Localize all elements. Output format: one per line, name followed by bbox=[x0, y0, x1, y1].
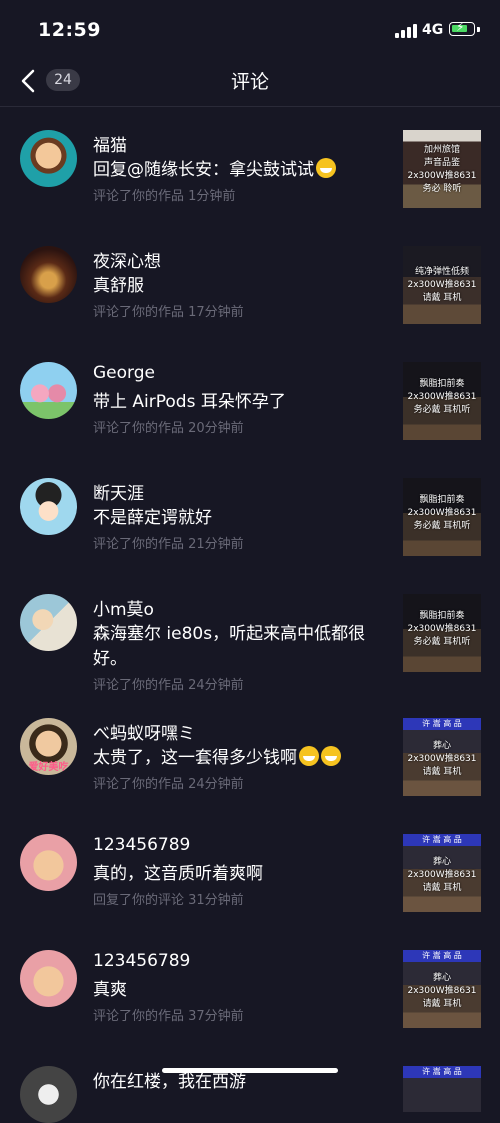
thumbnail-caption: 飘脂扣前奏 2x300W推8631 务必戴 耳机听 bbox=[407, 611, 477, 647]
comment-text: 真爽 bbox=[93, 980, 127, 1000]
comment-meta: 评论了你的作品 37分钟前 bbox=[93, 1009, 244, 1024]
user-name[interactable]: 123456789 bbox=[93, 835, 190, 855]
home-indicator[interactable] bbox=[162, 1068, 338, 1073]
list-item[interactable]: 你在红楼，我在西游 许 嵩 高 品 bbox=[0, 1042, 500, 1123]
user-name[interactable]: 小m莫o bbox=[93, 595, 154, 620]
thumbnail-caption: 加州旅馆 声音品鉴 2x300W推8631 务必 聆听 bbox=[407, 145, 477, 194]
thumbnail-caption: 葬心 2x300W推8631 请戴 耳机 bbox=[407, 857, 477, 893]
comment-text: 太贵了，这一套得多少钱啊 bbox=[93, 746, 393, 771]
list-item[interactable]: George 带上 AirPods 耳朵怀孕了 评论了你的作品 20分钟前 飘脂… bbox=[0, 338, 500, 454]
nav-header: 24 评论 bbox=[0, 60, 500, 107]
list-item[interactable]: 福猫 回复@随缘长安：拿尖鼓试试 评论了你的作品 1分钟前 加州旅馆 声音品鉴 … bbox=[0, 106, 500, 222]
avatar[interactable] bbox=[20, 478, 77, 535]
comment-text: 回复@随缘长安：拿尖鼓试试 bbox=[93, 158, 393, 183]
user-name[interactable]: べ蚂蚁呀嘿ミ bbox=[93, 719, 195, 744]
comment-meta: 评论了你的作品 24分钟前 bbox=[93, 678, 244, 693]
video-thumbnail[interactable]: 加州旅馆 声音品鉴 2x300W推8631 务必 聆听 bbox=[403, 130, 481, 208]
comment-text: 带上 AirPods 耳朵怀孕了 bbox=[93, 392, 286, 412]
avatar[interactable] bbox=[20, 130, 77, 187]
comment-meta: 评论了你的作品 1分钟前 bbox=[93, 189, 236, 204]
thumbnail-caption: 纯净弹性低频 2x300W推8631 请戴 耳机 bbox=[407, 267, 477, 303]
comment-text: 真舒服 bbox=[93, 276, 144, 296]
list-item[interactable]: 断天涯 不是薛定谔就好 评论了你的作品 21分钟前 飘脂扣前奏 2x300W推8… bbox=[0, 454, 500, 570]
comment-text: 森海塞尔 ie80s，听起来高中低都很好。 bbox=[93, 624, 366, 669]
comment-meta: 评论了你的作品 21分钟前 bbox=[93, 537, 244, 552]
comment-meta: 评论了你的作品 24分钟前 bbox=[93, 777, 244, 792]
grin-emoji-icon bbox=[316, 158, 336, 178]
thumbnail-caption: 飘脂扣前奏 2x300W推8631 务必戴 耳机听 bbox=[407, 495, 477, 531]
user-name[interactable]: 夜深心想 bbox=[93, 247, 161, 272]
list-item[interactable]: 123456789 真爽 评论了你的作品 37分钟前 许 嵩 高 品 葬心 2x… bbox=[0, 926, 500, 1042]
thumbnail-caption: 葬心 2x300W推8631 请戴 耳机 bbox=[407, 741, 477, 777]
battery-icon: ⚡ bbox=[449, 20, 475, 36]
avatar[interactable] bbox=[20, 834, 77, 891]
comment-meta: 评论了你的作品 20分钟前 bbox=[93, 421, 244, 436]
signal-icon bbox=[395, 24, 417, 38]
comment-list: 福猫 回复@随缘长安：拿尖鼓试试 评论了你的作品 1分钟前 加州旅馆 声音品鉴 … bbox=[0, 106, 500, 1123]
list-item[interactable]: 夜深心想 真舒服 评论了你的作品 17分钟前 纯净弹性低频 2x300W推863… bbox=[0, 222, 500, 338]
comment-meta: 回复了你的评论 31分钟前 bbox=[93, 893, 244, 908]
page-title: 评论 bbox=[230, 71, 269, 93]
video-thumbnail[interactable]: 飘脂扣前奏 2x300W推8631 务必戴 耳机听 bbox=[403, 362, 481, 440]
thumbnail-banner: 许 嵩 高 品 bbox=[403, 834, 481, 846]
thumbnail-banner: 许 嵩 高 品 bbox=[403, 950, 481, 962]
video-thumbnail[interactable]: 许 嵩 高 品 bbox=[403, 1066, 481, 1112]
laugh-cry-emoji-icon bbox=[299, 746, 319, 766]
thumbnail-banner: 许 嵩 高 品 bbox=[403, 718, 481, 730]
video-thumbnail[interactable]: 许 嵩 高 品 葬心 2x300W推8631 请戴 耳机 bbox=[403, 834, 481, 912]
avatar[interactable] bbox=[20, 362, 77, 419]
video-thumbnail[interactable]: 纯净弹性低频 2x300W推8631 请戴 耳机 bbox=[403, 246, 481, 324]
video-thumbnail[interactable]: 飘脂扣前奏 2x300W推8631 务必戴 耳机听 bbox=[403, 594, 481, 672]
video-thumbnail[interactable]: 许 嵩 高 品 葬心 2x300W推8631 请戴 耳机 bbox=[403, 718, 481, 796]
thumbnail-banner: 许 嵩 高 品 bbox=[403, 1066, 481, 1078]
video-thumbnail[interactable]: 飘脂扣前奏 2x300W推8631 务必戴 耳机听 bbox=[403, 478, 481, 556]
user-name[interactable]: 福猫 bbox=[93, 131, 127, 156]
comment-text: 真的，这音质听着爽啊 bbox=[93, 864, 263, 884]
list-item[interactable]: 爱好美吃 べ蚂蚁呀嘿ミ 太贵了，这一套得多少钱啊 评论了你的作品 24分钟前 许… bbox=[0, 694, 500, 810]
network-type: 4G bbox=[422, 22, 444, 38]
avatar[interactable] bbox=[20, 950, 77, 1007]
list-item[interactable]: 小m莫o 森海塞尔 ie80s，听起来高中低都很好。 评论了你的作品 24分钟前… bbox=[0, 570, 500, 694]
user-name[interactable]: 断天涯 bbox=[93, 479, 144, 504]
thumbnail-caption: 飘脂扣前奏 2x300W推8631 务必戴 耳机听 bbox=[407, 379, 477, 415]
thumbnail-caption: 葬心 2x300W推8631 请戴 耳机 bbox=[407, 973, 477, 1009]
avatar[interactable] bbox=[20, 246, 77, 303]
status-time: 12:59 bbox=[38, 19, 101, 41]
avatar[interactable]: 爱好美吃 bbox=[20, 718, 77, 775]
status-bar: 12:59 4G ⚡ bbox=[0, 0, 500, 60]
user-name[interactable]: 123456789 bbox=[93, 951, 190, 971]
user-name[interactable]: George bbox=[93, 363, 155, 383]
video-thumbnail[interactable]: 许 嵩 高 品 葬心 2x300W推8631 请戴 耳机 bbox=[403, 950, 481, 1028]
avatar[interactable] bbox=[20, 594, 77, 651]
avatar[interactable] bbox=[20, 1066, 77, 1123]
laugh-cry-emoji-icon bbox=[321, 746, 341, 766]
list-item[interactable]: 123456789 真的，这音质听着爽啊 回复了你的评论 31分钟前 许 嵩 高… bbox=[0, 810, 500, 926]
battery-cap bbox=[477, 27, 480, 32]
avatar-caption: 爱好美吃 bbox=[28, 762, 69, 773]
comment-text: 不是薛定谔就好 bbox=[93, 508, 212, 528]
comment-meta: 评论了你的作品 17分钟前 bbox=[93, 305, 244, 320]
